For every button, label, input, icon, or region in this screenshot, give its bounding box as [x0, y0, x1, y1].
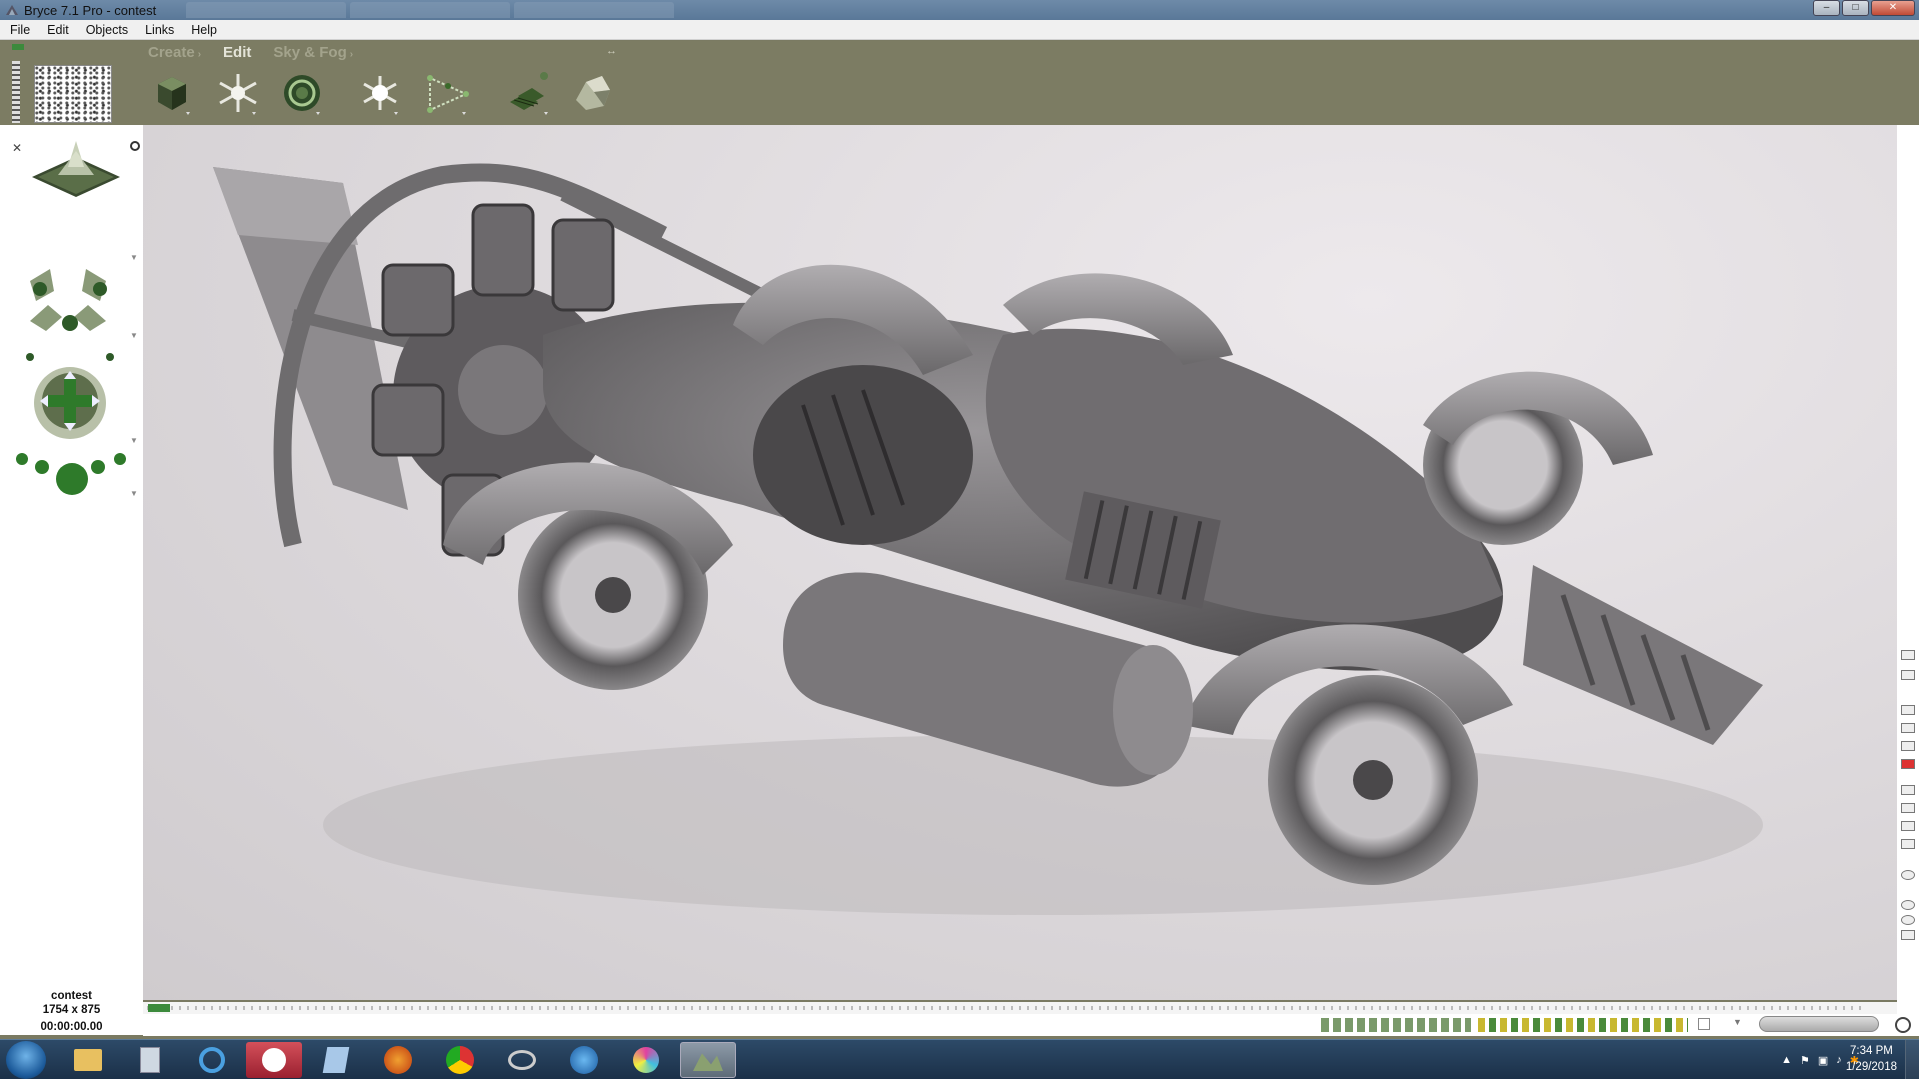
firefox-icon[interactable] [370, 1042, 426, 1078]
media-player-icon[interactable] [556, 1042, 612, 1078]
clock-time: 7:34 PM [1850, 1045, 1893, 1057]
maximize-button[interactable]: □ [1842, 0, 1869, 16]
view-mode-icon[interactable] [1901, 803, 1915, 813]
dropdown-arrow-icon[interactable]: ▼ [130, 253, 138, 262]
display-options-strip[interactable] [1321, 1018, 1471, 1032]
satellite-icon[interactable] [494, 1042, 550, 1078]
edit-toolbar: Create › Edit Sky & Fog › ↔ [0, 41, 1919, 125]
record-icon[interactable] [1901, 759, 1915, 769]
dropdown-arrow-icon[interactable]: ▼ [130, 331, 138, 340]
notepad-icon[interactable] [308, 1042, 364, 1078]
menu-help[interactable]: Help [191, 23, 217, 37]
rock-icon[interactable] [566, 68, 618, 118]
bottom-control-bar: ▼ [143, 1014, 1919, 1036]
bryce-app-icon [6, 5, 18, 15]
chrome-icon[interactable] [432, 1042, 488, 1078]
menu-objects[interactable]: Objects [86, 23, 128, 37]
volume-icon[interactable]: ♪ [1836, 1054, 1842, 1066]
tab-sky-fog[interactable]: Sky & Fog › [273, 44, 353, 61]
camera-toggle-icon[interactable] [130, 141, 140, 151]
cluster-icon[interactable] [504, 68, 556, 118]
view-mode-icon[interactable] [1901, 741, 1915, 751]
globe-icon[interactable] [1901, 870, 1915, 880]
nano-preview-area [0, 41, 143, 125]
title-bar: Bryce 7.1 Pro - contest – □ ✕ [0, 0, 1919, 20]
tray-expand-icon[interactable]: ▲ [1781, 1054, 1792, 1066]
start-button[interactable] [6, 1041, 46, 1079]
playback-controls[interactable] [1759, 1016, 1879, 1032]
sphere-torus-icon[interactable] [276, 68, 328, 118]
document-name: contest [51, 990, 92, 1002]
clock-date: 1/29/2018 [1845, 1061, 1897, 1073]
eraser-icon[interactable] [1901, 670, 1915, 680]
hand-pan-icon[interactable] [1901, 930, 1915, 940]
show-desktop-button[interactable] [1905, 1040, 1919, 1079]
nano-preview-thumbnail[interactable] [34, 65, 112, 123]
render-slider[interactable] [12, 61, 20, 123]
brush-icon[interactable] [1901, 650, 1915, 660]
render-viewport[interactable] [143, 125, 1897, 1000]
minimize-button[interactable]: – [1813, 0, 1840, 16]
clock[interactable]: 7:34 PM 1/29/2018 [1846, 1043, 1897, 1075]
camera-spheres-icon[interactable] [10, 449, 134, 509]
view-mode-icon[interactable] [1901, 785, 1915, 795]
menu-edit[interactable]: Edit [47, 23, 69, 37]
zoom-in-icon[interactable] [1901, 900, 1915, 910]
background-tabs [186, 2, 675, 18]
timeline-track[interactable] [147, 1006, 1867, 1010]
sun-light-icon[interactable] [354, 68, 406, 118]
right-tool-strip [1897, 125, 1919, 1035]
internet-explorer-icon[interactable] [184, 1042, 240, 1078]
tab-edit[interactable]: Edit [223, 44, 251, 61]
cube-icon[interactable] [146, 68, 198, 118]
rendered-scene [213, 163, 1763, 915]
close-button[interactable]: ✕ [1871, 0, 1915, 16]
document-size: 1754 x 875 [42, 1004, 101, 1016]
preview-toggle-icon[interactable] [12, 44, 24, 50]
selection-toggle-icon[interactable] [1698, 1018, 1710, 1030]
action-center-icon[interactable]: ⚑ [1800, 1054, 1810, 1067]
tab-create[interactable]: Create › [148, 44, 201, 61]
camera-cross-control-icon[interactable] [10, 261, 130, 371]
paint-icon[interactable] [618, 1042, 674, 1078]
left-control-panel: ✕ ▼ ▼ ▼ ▼ contest 1754 x 875 00:00:00.00 [0, 41, 143, 1035]
dropdown-arrow-icon[interactable]: ▼ [1733, 1017, 1742, 1027]
collapse-toolbar-icon[interactable]: ↔ [606, 45, 617, 57]
view-mode-icon[interactable] [1901, 839, 1915, 849]
globe-icon[interactable] [1895, 1017, 1911, 1033]
pinwheel-app-icon[interactable] [246, 1042, 302, 1078]
path-icon[interactable] [422, 68, 474, 118]
calculator-icon[interactable] [122, 1042, 178, 1078]
trackball-icon[interactable] [30, 363, 110, 443]
view-mode-icon[interactable] [1901, 705, 1915, 715]
view-mode-icon[interactable] [1901, 821, 1915, 831]
view-mode-icon[interactable] [1901, 723, 1915, 733]
explorer-icon[interactable] [60, 1042, 116, 1078]
bryce-icon[interactable] [680, 1042, 736, 1078]
animation-time: 00:00:00.00 [40, 1021, 103, 1033]
windows-taskbar: ▲ ⚑ ▣ ♪ ✱ 7:34 PM 1/29/2018 [0, 1039, 1919, 1079]
animation-timeline[interactable] [143, 1002, 1897, 1014]
palette-tabs: Create › Edit Sky & Fog › [148, 44, 353, 61]
star-light-icon[interactable] [212, 68, 264, 118]
window-title: Bryce 7.1 Pro - contest [24, 2, 157, 18]
menu-file[interactable]: File [10, 23, 30, 37]
dropdown-arrow-icon[interactable]: ▼ [130, 489, 138, 498]
x-axis-icon[interactable]: ✕ [12, 141, 26, 155]
current-time-marker[interactable] [148, 1004, 170, 1012]
dropdown-arrow-icon[interactable]: ▼ [130, 436, 138, 445]
window-controls: – □ ✕ [1813, 0, 1915, 16]
zoom-out-icon[interactable] [1901, 915, 1915, 925]
network-icon[interactable]: ▣ [1818, 1054, 1828, 1067]
selection-palette-strip[interactable] [1478, 1018, 1688, 1032]
view-control-icon[interactable] [28, 137, 124, 209]
menu-bar: File Edit Objects Links Help [0, 20, 1919, 40]
menu-links[interactable]: Links [145, 23, 174, 37]
